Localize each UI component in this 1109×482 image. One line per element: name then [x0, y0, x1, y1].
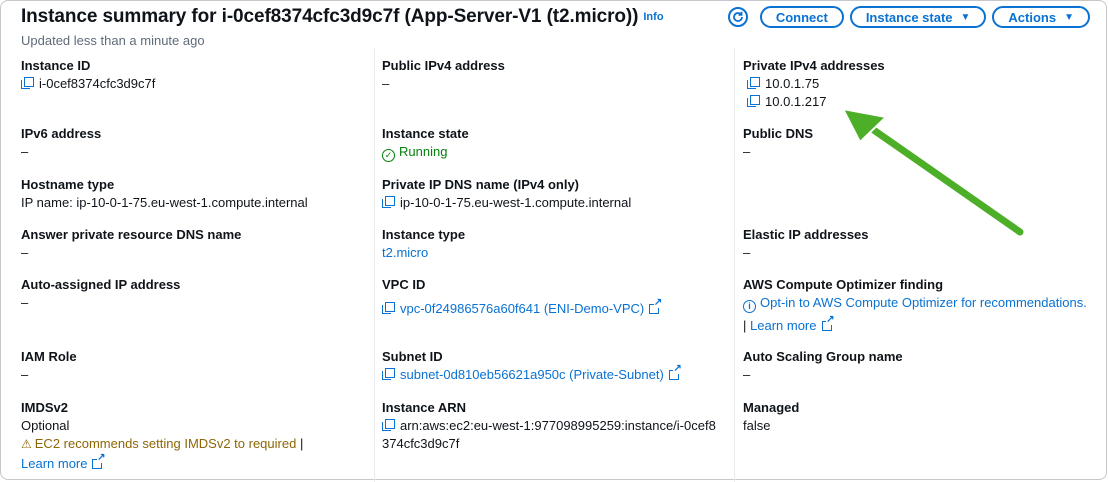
- annotation-arrow: [842, 108, 1026, 238]
